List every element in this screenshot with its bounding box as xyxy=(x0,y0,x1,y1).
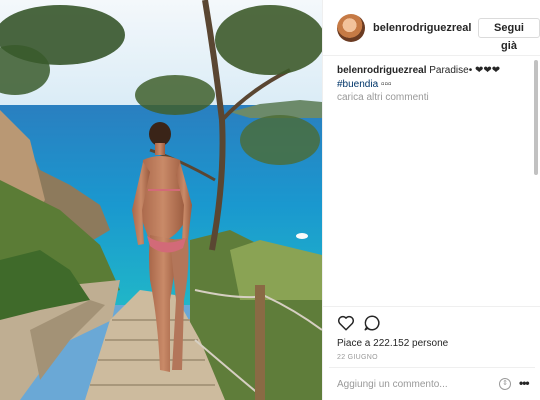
post-photo[interactable] xyxy=(0,0,322,400)
sort-icon[interactable]: ⇕ xyxy=(499,378,511,390)
divider xyxy=(323,306,540,307)
follow-button[interactable]: Segui già xyxy=(478,18,540,52)
heart-icon[interactable] xyxy=(337,314,355,332)
likes-count[interactable]: Piace a 222.152 persone xyxy=(337,338,448,349)
caption: belenrodriguezreal Paradise• ❤❤❤ #buendi… xyxy=(337,64,532,92)
divider xyxy=(329,367,535,368)
post-photo-image xyxy=(0,0,322,400)
comment-icon[interactable] xyxy=(363,314,381,332)
hashtag-suffix: ▫▫▫ xyxy=(380,79,392,90)
post-date: 22 GIUGNO xyxy=(337,354,378,361)
more-options-icon[interactable]: ••• xyxy=(519,377,530,389)
post-header: belenrodriguezreal Segui già xyxy=(323,0,540,56)
hashtag-link[interactable]: #buendia xyxy=(337,79,378,90)
caption-text: Paradise• ❤❤❤ xyxy=(429,65,501,76)
post-side-panel: belenrodriguezreal Segui già belenrodrig… xyxy=(322,0,540,400)
caption-username[interactable]: belenrodriguezreal xyxy=(337,65,426,76)
header-username[interactable]: belenrodriguezreal xyxy=(373,22,471,34)
load-more-comments-link[interactable]: carica altri commenti xyxy=(337,92,429,103)
comments-scrollbar[interactable] xyxy=(534,60,538,175)
comment-input[interactable] xyxy=(337,376,487,392)
avatar[interactable] xyxy=(337,14,365,42)
